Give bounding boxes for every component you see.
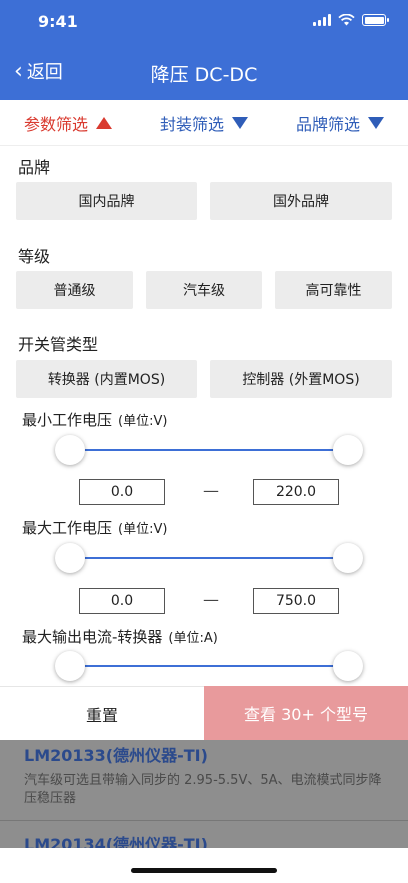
- switch-type-section-title: 开关管类型: [18, 335, 99, 354]
- tab-package-filter[interactable]: 封装筛选: [136, 100, 272, 145]
- min-voltage-unit: (单位:V): [118, 414, 168, 429]
- max-voltage-min-input[interactable]: 0.0: [79, 588, 165, 614]
- switch-type-option-converter[interactable]: 转换器 (内置MOS): [16, 360, 197, 398]
- slider-max-handle[interactable]: [333, 543, 363, 573]
- max-current-slider[interactable]: [55, 651, 363, 681]
- switch-type-option-controller[interactable]: 控制器 (外置MOS): [210, 360, 392, 398]
- tab-brand-filter-label: 品牌筛选: [295, 114, 360, 134]
- min-voltage-label: 最小工作电压: [22, 411, 113, 429]
- min-voltage-title: 最小工作电压 (单位:V): [22, 409, 167, 430]
- nav-bar: ‹ 返回 降压 DC-DC: [0, 50, 408, 94]
- tab-brand-filter[interactable]: 品牌筛选: [272, 100, 408, 145]
- max-voltage-label: 最大工作电压: [22, 519, 113, 537]
- min-voltage-min-input[interactable]: 0.0: [79, 479, 165, 505]
- home-indicator[interactable]: [131, 868, 277, 873]
- max-current-unit: (单位:A): [168, 631, 218, 646]
- range-dash: —: [203, 481, 219, 500]
- status-bar: 9:41: [0, 0, 408, 44]
- min-voltage-slider[interactable]: [55, 435, 363, 465]
- brand-section-title: 品牌: [18, 158, 51, 177]
- tab-param-filter-label: 参数筛选: [23, 114, 88, 134]
- slider-track: [70, 557, 348, 559]
- slider-min-handle[interactable]: [55, 651, 85, 681]
- home-indicator-area: [0, 848, 408, 883]
- slider-min-handle[interactable]: [55, 435, 85, 465]
- triangle-up-icon: [96, 116, 112, 129]
- max-voltage-max-input[interactable]: 750.0: [253, 588, 339, 614]
- filter-action-bar: 重置 查看 30+ 个型号: [0, 686, 408, 740]
- slider-max-handle[interactable]: [333, 435, 363, 465]
- grade-option-high-reliability[interactable]: 高可靠性: [275, 271, 392, 309]
- status-time: 9:41: [38, 12, 78, 31]
- reset-button[interactable]: 重置: [0, 686, 204, 740]
- tab-package-filter-label: 封装筛选: [159, 114, 224, 134]
- slider-max-handle[interactable]: [333, 651, 363, 681]
- tab-param-filter[interactable]: 参数筛选: [0, 100, 136, 145]
- result-description: 汽车级可选且带输入同步的 2.95-5.5V、5A、电流模式同步降压稳压器: [24, 773, 382, 806]
- triangle-down-icon: [368, 116, 384, 129]
- min-voltage-max-input[interactable]: 220.0: [253, 479, 339, 505]
- battery-icon: [362, 14, 389, 26]
- max-voltage-unit: (单位:V): [118, 522, 168, 537]
- brand-option-domestic[interactable]: 国内品牌: [16, 182, 197, 220]
- slider-min-handle[interactable]: [55, 543, 85, 573]
- range-dash: —: [203, 590, 219, 609]
- brand-option-foreign[interactable]: 国外品牌: [210, 182, 392, 220]
- result-title: LM20134(德州仪器-TI): [24, 835, 208, 848]
- grade-option-automotive[interactable]: 汽车级: [146, 271, 262, 309]
- grade-option-normal[interactable]: 普通级: [16, 271, 133, 309]
- results-list: LM20133(德州仪器-TI) 汽车级可选且带输入同步的 2.95-5.5V、…: [0, 740, 408, 848]
- max-current-title: 最大输出电流-转换器 (单位:A): [22, 626, 218, 647]
- slider-track: [70, 665, 348, 667]
- cellular-signal-icon: [313, 14, 331, 26]
- list-item[interactable]: LM20134(德州仪器-TI): [0, 831, 408, 848]
- list-item[interactable]: LM20133(德州仪器-TI) 汽车级可选且带输入同步的 2.95-5.5V、…: [0, 742, 408, 808]
- view-results-button[interactable]: 查看 30+ 个型号: [204, 686, 408, 740]
- status-icons: [313, 14, 389, 26]
- filter-tabs: 参数筛选 封装筛选 品牌筛选: [0, 100, 408, 146]
- page-title: 降压 DC-DC: [150, 64, 258, 86]
- max-voltage-title: 最大工作电压 (单位:V): [22, 517, 167, 538]
- slider-track: [70, 449, 348, 451]
- wifi-icon: [338, 14, 355, 26]
- divider: [0, 820, 408, 821]
- grade-section-title: 等级: [18, 247, 51, 266]
- max-current-label: 最大输出电流-转换器: [22, 628, 163, 646]
- app-header: 9:41 ‹ 返回 降压 DC-DC: [0, 0, 408, 100]
- max-voltage-slider[interactable]: [55, 543, 363, 573]
- triangle-down-icon: [232, 116, 248, 129]
- result-title: LM20133(德州仪器-TI): [24, 746, 208, 765]
